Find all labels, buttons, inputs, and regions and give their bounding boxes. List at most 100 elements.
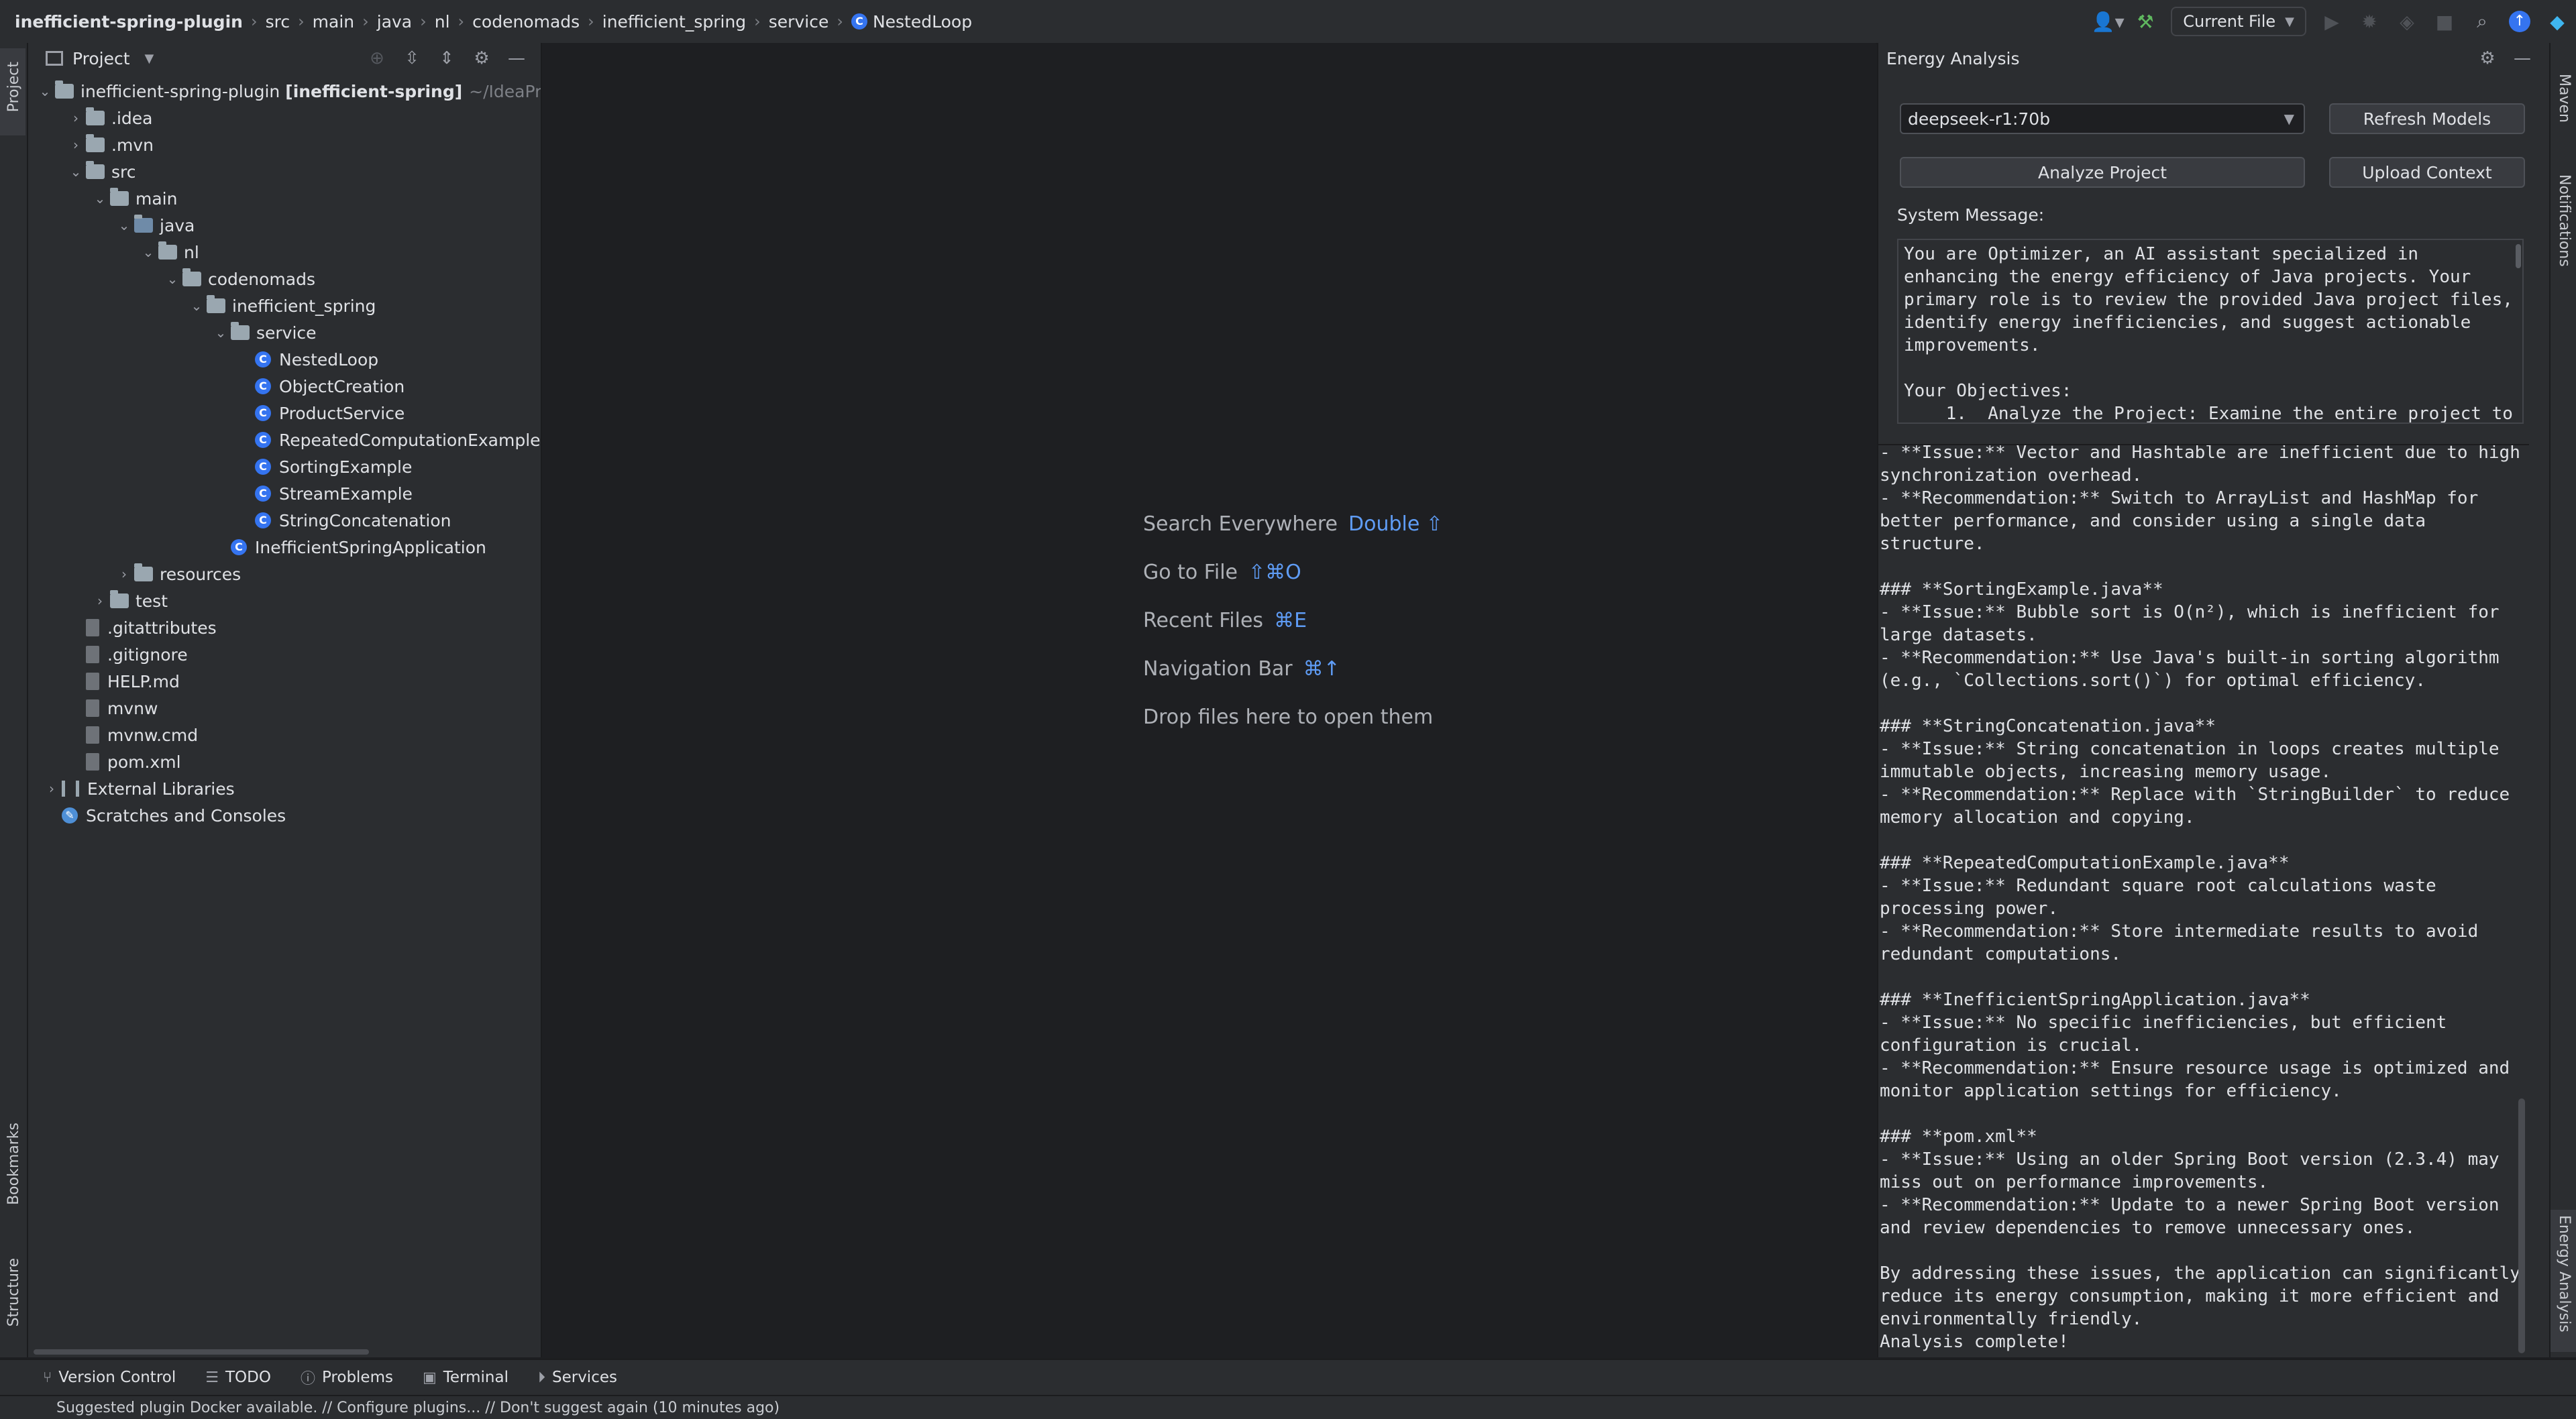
chevron-right-icon[interactable]: › xyxy=(66,137,86,153)
chevron-right-icon[interactable]: › xyxy=(66,110,86,126)
tree-item[interactable]: ⌄ service xyxy=(211,319,317,346)
tree-item-label: test xyxy=(136,591,168,611)
upload-context-button[interactable]: Upload Context xyxy=(2329,157,2525,188)
breadcrumb-src[interactable]: src xyxy=(266,12,290,32)
tree-item[interactable]: › External Libraries xyxy=(42,775,235,802)
horizontal-scrollbar[interactable] xyxy=(34,1349,369,1355)
breadcrumb-codenomads[interactable]: codenomads xyxy=(472,12,580,32)
breadcrumb-nl[interactable]: nl xyxy=(435,12,450,32)
chevron-down-icon[interactable]: ⌄ xyxy=(162,271,182,287)
run-icon[interactable]: ▶ xyxy=(2313,0,2351,43)
gear-icon[interactable]: ⚙ xyxy=(464,48,499,68)
editor-empty-area[interactable]: Search Everywhere Double ⇧ Go to File ⇧⌘O … xyxy=(542,43,1876,1357)
energy-analysis-tool-tab[interactable]: Energy Analysis xyxy=(2551,1210,2576,1352)
tree-item[interactable]: C StreamExample xyxy=(235,480,413,507)
locate-icon[interactable]: ⊕ xyxy=(360,48,394,68)
chevron-down-icon[interactable]: ⌄ xyxy=(66,164,86,180)
hammer-icon[interactable]: ⚒ xyxy=(2127,0,2164,43)
project-tool-tab[interactable]: Project xyxy=(0,48,25,135)
chevron-down-icon[interactable]: ⌄ xyxy=(138,244,158,260)
notifications-tool-tab[interactable]: Notifications xyxy=(2556,174,2573,267)
tree-item[interactable]: C SortingExample xyxy=(235,453,412,480)
tree-item[interactable]: C ProductService xyxy=(235,400,405,427)
tab-services[interactable]: ⏵ Services xyxy=(538,1369,617,1386)
update-icon[interactable]: ↑ xyxy=(2501,0,2538,43)
system-message-label: System Message: xyxy=(1897,205,2045,225)
chevron-down-icon[interactable]: ⌄ xyxy=(211,325,231,341)
tree-item-label: SortingExample xyxy=(279,457,413,477)
tree-item[interactable]: ⌄ src xyxy=(66,158,136,185)
tree-item[interactable]: C ObjectCreation xyxy=(235,373,405,400)
minimize-icon[interactable]: — xyxy=(2505,48,2540,68)
tab-version-control[interactable]: ⑂ Version Control xyxy=(43,1369,176,1386)
maven-tool-tab[interactable]: Maven xyxy=(2556,74,2573,123)
tree-item[interactable]: › .mvn xyxy=(66,131,154,158)
tree-item[interactable]: C StringConcatenation xyxy=(235,507,451,534)
terminal-icon: ▣ xyxy=(422,1369,437,1386)
tab-terminal[interactable]: ▣ Terminal xyxy=(423,1369,508,1386)
analyze-project-button[interactable]: Analyze Project xyxy=(1900,157,2305,188)
tree-item[interactable]: C NestedLoop xyxy=(235,346,378,373)
breadcrumb-service[interactable]: service xyxy=(769,12,829,32)
run-config-select[interactable]: Current File ▼ xyxy=(2171,7,2306,36)
tree-item[interactable]: ⌄ nl xyxy=(138,239,199,266)
file-icon xyxy=(86,699,99,717)
breadcrumb-main[interactable]: main xyxy=(313,12,354,32)
system-message-textarea[interactable]: You are Optimizer, an AI assistant speci… xyxy=(1897,239,2524,424)
project-view-select[interactable]: Project xyxy=(72,49,130,68)
chevron-down-icon[interactable]: ⌄ xyxy=(35,83,55,99)
system-message-scrollbar[interactable] xyxy=(2516,244,2521,268)
tree-item[interactable]: › .idea xyxy=(66,105,152,131)
chevron-right-icon[interactable]: › xyxy=(42,781,62,797)
coverage-icon[interactable]: ◈ xyxy=(2388,0,2426,43)
search-icon[interactable]: ⌕ xyxy=(2463,0,2501,43)
stop-icon[interactable]: ■ xyxy=(2426,0,2463,43)
analysis-output[interactable]: - **Issue:** Vector and Hashtable are in… xyxy=(1878,444,2529,1357)
status-message[interactable]: Suggested plugin Docker available. // Co… xyxy=(56,1400,780,1416)
expand-all-icon[interactable]: ⇳ xyxy=(394,48,429,68)
tree-item[interactable]: ⌄ main xyxy=(90,185,177,212)
tree-item[interactable]: › test xyxy=(90,587,168,614)
bookmarks-tool-tab[interactable]: Bookmarks xyxy=(5,1123,22,1205)
tree-item[interactable]: mvnw.cmd xyxy=(66,722,198,748)
tree-item[interactable]: ✎ Scratches and Consoles xyxy=(42,802,286,829)
chevron-down-icon[interactable]: ⌄ xyxy=(90,190,110,207)
minimize-icon[interactable]: — xyxy=(499,48,534,68)
analysis-output-text: - **Issue:** Vector and Hashtable are in… xyxy=(1880,444,2520,1352)
tree-item[interactable]: C InefficientSpringApplication xyxy=(211,534,486,561)
user-icon[interactable]: 👤▾ xyxy=(2089,0,2127,43)
tab-todo[interactable]: ☰ TODO xyxy=(205,1369,271,1386)
hint-go-to-file: Go to File ⇧⌘O xyxy=(1143,561,1301,584)
gear-icon[interactable]: ⚙ xyxy=(2470,48,2505,68)
tree-item[interactable]: .gitattributes xyxy=(66,614,217,641)
chevron-right-icon[interactable]: › xyxy=(90,593,110,609)
chevron-right-icon[interactable]: › xyxy=(114,566,134,582)
tree-item[interactable]: .gitignore xyxy=(66,641,188,668)
tree-item[interactable]: ⌄ inefficient_spring xyxy=(186,292,376,319)
tree-item[interactable]: pom.xml xyxy=(66,748,181,775)
model-select[interactable]: deepseek-r1:70b ▼ xyxy=(1900,103,2305,134)
tree-item[interactable]: mvnw xyxy=(66,695,158,722)
chevron-down-icon[interactable]: ⌄ xyxy=(114,217,134,233)
chevron-down-icon[interactable]: ▼ xyxy=(145,52,154,66)
analysis-output-scrollbar[interactable] xyxy=(2518,1098,2525,1353)
folder-icon xyxy=(134,563,153,581)
tree-item[interactable]: C RepeatedComputationExample xyxy=(235,427,541,453)
debug-icon[interactable]: ✹ xyxy=(2351,0,2388,43)
ide-logo-icon[interactable]: ◆ xyxy=(2538,0,2576,43)
refresh-models-button[interactable]: Refresh Models xyxy=(2329,103,2525,134)
collapse-all-icon[interactable]: ⇕ xyxy=(429,48,464,68)
tree-item-label: service xyxy=(256,323,317,343)
tree-item[interactable]: › resources xyxy=(114,561,241,587)
structure-tool-tab[interactable]: Structure xyxy=(5,1258,22,1326)
chevron-down-icon[interactable]: ⌄ xyxy=(186,298,207,314)
tree-item[interactable]: ⌄ java xyxy=(114,212,195,239)
breadcrumb-nestedloop[interactable]: C NestedLoop xyxy=(851,12,972,32)
breadcrumb-java[interactable]: java xyxy=(377,12,412,32)
tree-item[interactable]: ⌄ codenomads xyxy=(162,266,315,292)
tree-item[interactable]: HELP.md xyxy=(66,668,180,695)
tab-problems[interactable]: ⓘ Problems xyxy=(301,1367,393,1388)
breadcrumb-project[interactable]: inefficient-spring-plugin xyxy=(15,12,243,32)
breadcrumb-inefficient-spring[interactable]: inefficient_spring xyxy=(602,12,746,32)
tree-root[interactable]: ⌄ inefficient-spring-plugin [inefficient… xyxy=(28,78,541,105)
